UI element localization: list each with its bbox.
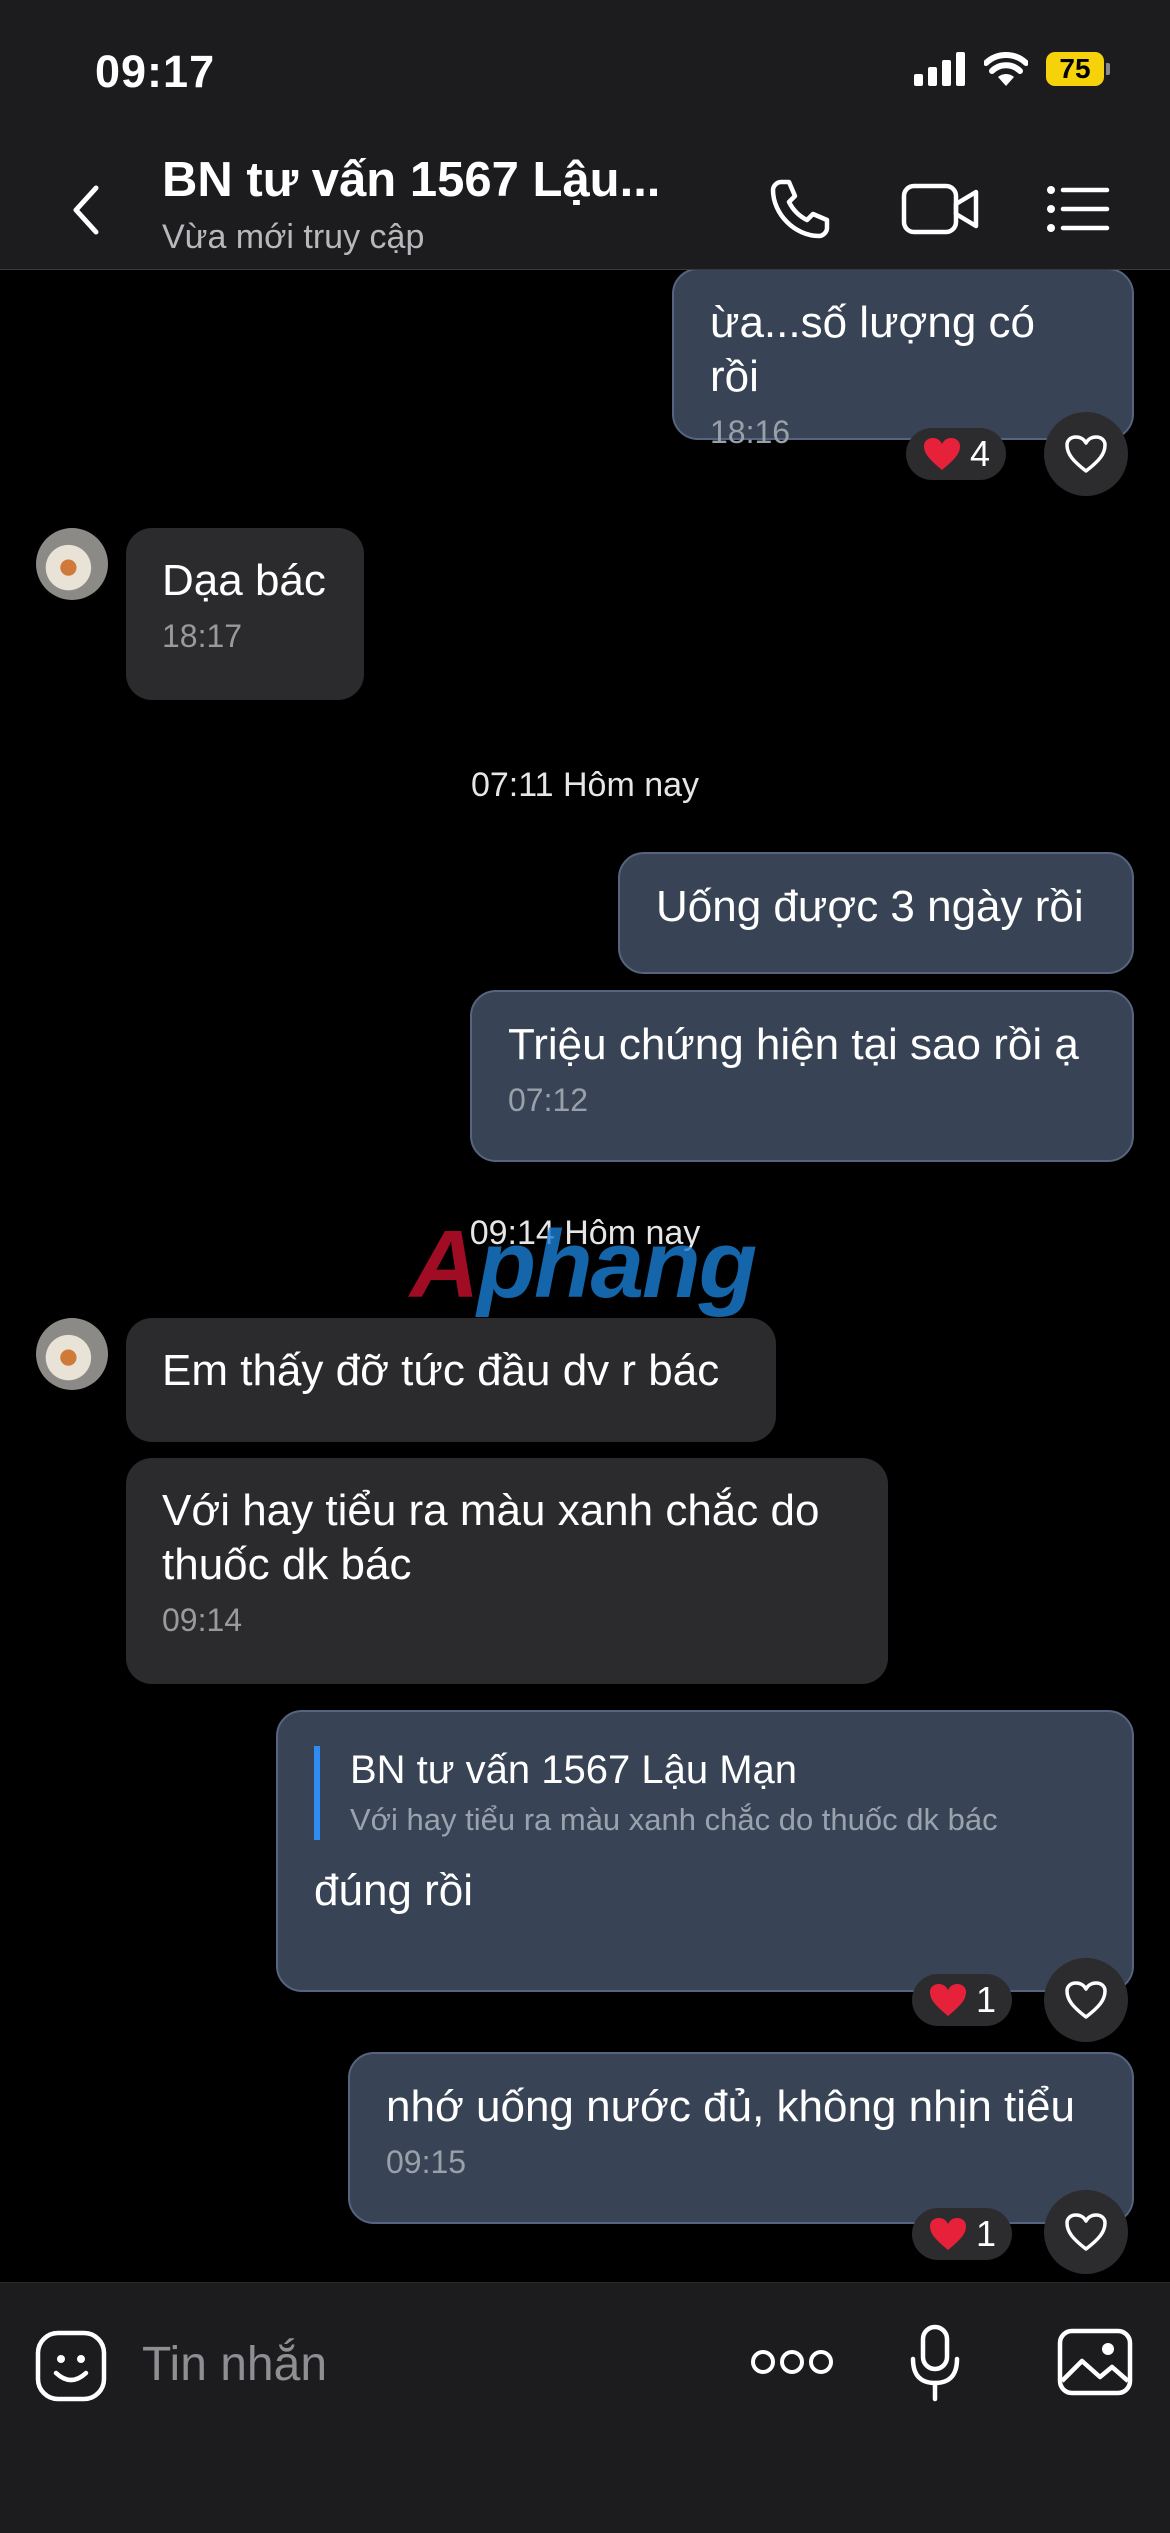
menu-icon[interactable]: [1045, 174, 1111, 244]
message-text: nhớ uống nước đủ, không nhịn tiểu: [386, 2082, 1075, 2131]
chat-header: BN tư vấn 1567 Lậu... Vừa mới truy cập: [0, 140, 1170, 270]
chat-subtitle: Vừa mới truy cập: [162, 218, 425, 256]
heart-reaction-icon: [930, 1984, 966, 2016]
message-bubble-outgoing[interactable]: ừa...số lượng có rồi 18:16: [672, 270, 1134, 450]
image-icon[interactable]: [1056, 2327, 1134, 2397]
heart-outline-icon: [1065, 2213, 1107, 2251]
message-bubble-outgoing[interactable]: nhớ uống nước đủ, không nhịn tiểu 09:15: [348, 2052, 1134, 2224]
reaction-badge[interactable]: 1: [912, 2208, 1013, 2260]
heart-reaction-icon: [930, 2218, 966, 2250]
message-time: 09:14: [162, 1602, 243, 1638]
message-time: 18:17: [162, 618, 243, 654]
avatar[interactable]: [36, 1318, 108, 1390]
message-bubble-incoming[interactable]: Em thấy đỡ tức đầu dv r bác: [126, 1318, 776, 1442]
avatar[interactable]: [36, 528, 108, 600]
reaction-count: 1: [976, 2213, 997, 2254]
message-text: đúng rồi: [314, 1866, 474, 1915]
react-button[interactable]: [1044, 2190, 1128, 2274]
message-time: 09:15: [386, 2144, 467, 2180]
battery-level: 75: [1046, 52, 1104, 86]
status-time: 09:17: [95, 46, 216, 97]
reaction-badge[interactable]: 1: [912, 1974, 1013, 2026]
message-text: Triệu chứng hiện tại sao rồi ạ: [508, 1020, 1079, 1069]
signal-icon: [914, 52, 965, 86]
video-call-icon[interactable]: [900, 174, 980, 244]
react-button[interactable]: [1044, 412, 1128, 496]
quoted-message[interactable]: BN tư vấn 1567 Lậu Mạn Với hay tiểu ra m…: [314, 1746, 1096, 1840]
react-button[interactable]: [1044, 1958, 1128, 2042]
message-text: Dạa bác: [162, 556, 326, 605]
sticker-icon[interactable]: [34, 2329, 108, 2403]
message-text: ừa...số lượng có rồi: [710, 298, 1036, 401]
message-text: Em thấy đỡ tức đầu dv r bác: [162, 1346, 720, 1395]
status-icons: 75: [914, 52, 1110, 86]
reaction-count: 4: [970, 433, 991, 474]
message-bubble-incoming[interactable]: Dạa bác 18:17: [126, 528, 364, 700]
heart-reaction-icon: [924, 438, 960, 470]
message-text: Với hay tiểu ra màu xanh chắc do thuốc d…: [162, 1486, 820, 1589]
message-time: 18:16: [710, 414, 791, 450]
more-icon[interactable]: [750, 2347, 834, 2377]
message-input[interactable]: [140, 2333, 684, 2395]
back-icon[interactable]: [62, 180, 112, 240]
heart-outline-icon: [1065, 435, 1107, 473]
battery-icon: 75: [1046, 52, 1110, 86]
phone-icon[interactable]: [765, 174, 835, 244]
watermark-logo: Aphang: [410, 1211, 757, 1318]
heart-outline-icon: [1065, 1981, 1107, 2019]
reaction-count: 1: [976, 1979, 997, 2020]
message-bubble-outgoing[interactable]: Uống được 3 ngày rồi: [618, 852, 1134, 974]
message-bubble-outgoing[interactable]: Triệu chứng hiện tại sao rồi ạ 07:12: [470, 990, 1134, 1162]
chat-title[interactable]: BN tư vấn 1567 Lậu...: [162, 152, 660, 208]
message-time: 07:12: [508, 1082, 589, 1118]
date-separator: 07:11 Hôm nay: [470, 766, 700, 804]
quoted-sender: BN tư vấn 1567 Lậu Mạn: [350, 1748, 798, 1792]
status-bar: 09:17 75: [0, 0, 1170, 140]
message-bubble-incoming[interactable]: Với hay tiểu ra màu xanh chắc do thuốc d…: [126, 1458, 888, 1684]
message-bubble-reply[interactable]: BN tư vấn 1567 Lậu Mạn Với hay tiểu ra m…: [276, 1710, 1134, 1992]
wifi-icon: [984, 52, 1028, 86]
message-input-bar: [0, 2282, 1170, 2533]
reaction-badge[interactable]: 4: [906, 428, 1007, 480]
message-text: Uống được 3 ngày rồi: [656, 882, 1084, 931]
quoted-text: Với hay tiểu ra màu xanh chắc do thuốc d…: [350, 1802, 998, 1837]
microphone-icon[interactable]: [908, 2323, 962, 2403]
